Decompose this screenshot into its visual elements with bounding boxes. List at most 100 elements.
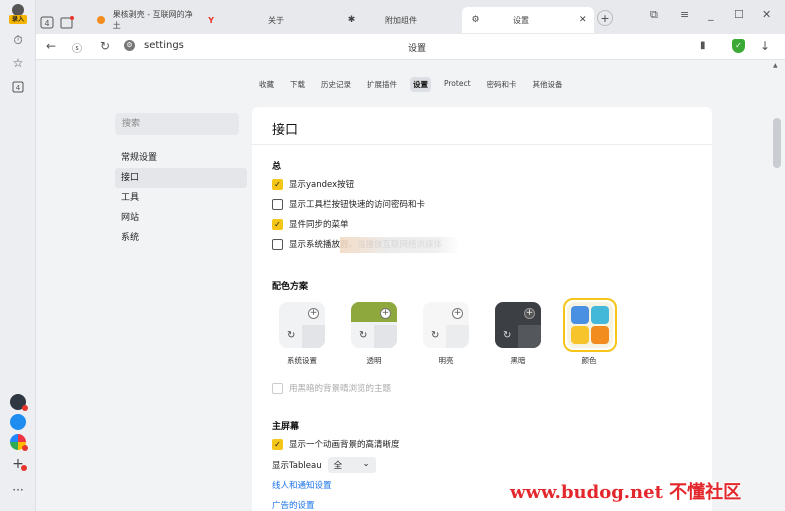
app-color-icon[interactable] xyxy=(10,434,28,451)
nav-downloads[interactable]: 下载 xyxy=(287,77,308,92)
general-section-title: 总 xyxy=(272,162,282,172)
tableau-row: 显示Tableau 全 ⌄ xyxy=(272,457,376,473)
theme-label: 颜色 xyxy=(581,356,597,365)
theme-color[interactable]: 颜色 xyxy=(563,298,617,366)
theme-preview: + ↻ xyxy=(279,302,325,348)
option-label: 显示工具栏按钮快速的访问密码和卡 xyxy=(289,200,426,210)
nav-settings[interactable]: 设置 xyxy=(410,77,431,92)
user-avatar[interactable]: 录入 xyxy=(8,4,28,26)
gear-icon: ⚙ xyxy=(471,15,480,25)
theme-dark[interactable]: + ↻ 黑暗 xyxy=(492,302,544,366)
puzzle-icon: ✱ xyxy=(347,15,356,25)
checkbox-disabled[interactable] xyxy=(272,382,283,394)
checkbox-unchecked[interactable] xyxy=(272,238,283,250)
reload-icon[interactable]: ↻ xyxy=(100,39,110,53)
add-app-icon[interactable]: + xyxy=(9,455,27,473)
page-scrollbar[interactable]: ▲ xyxy=(769,60,785,511)
collections-icon[interactable]: ⧉ xyxy=(650,8,658,22)
tab-3[interactable]: ⚙ 设置 ✕ xyxy=(462,7,594,33)
nav-other-devices[interactable]: 其他设备 xyxy=(530,77,566,92)
refresh-icon: ↻ xyxy=(503,330,512,341)
side-item-general[interactable]: 常规设置 xyxy=(115,148,247,168)
option-animated-background[interactable]: ✓ 显示一个动画背景的高清晰度 xyxy=(272,438,400,450)
option-show-yandex-button[interactable]: ✓ 显示yandex按钮 xyxy=(272,178,354,190)
checkbox-checked[interactable]: ✓ xyxy=(272,178,283,190)
tab-0[interactable]: 果核剥壳 - 互联网的净土 Y xyxy=(96,7,214,33)
option-dark-background[interactable]: 用黑暗的背景晴浏览的主题 xyxy=(272,382,391,394)
tab-label: 关于 xyxy=(268,15,284,25)
ads-settings-link[interactable]: 广告的设置 xyxy=(272,499,315,511)
scrollbar-thumb[interactable] xyxy=(773,118,781,168)
scroll-up-icon[interactable]: ▲ xyxy=(773,62,778,69)
theme-label: 黑暗 xyxy=(510,356,526,365)
option-label: 显示一个动画背景的高清晰度 xyxy=(289,440,400,450)
nav-passwords[interactable]: 密码和卡 xyxy=(484,77,520,92)
nav-extensions[interactable]: 扩展插件 xyxy=(364,77,400,92)
nav-history[interactable]: 历史记录 xyxy=(318,77,354,92)
side-item-tools[interactable]: 工具 xyxy=(115,188,247,208)
theme-light[interactable]: + ↻ 明亮 xyxy=(420,302,472,366)
theme-preview: + ↻ xyxy=(495,302,541,348)
tableau-select[interactable]: 全 ⌄ xyxy=(327,457,376,473)
bookmarks-star-icon[interactable]: ☆ xyxy=(9,54,27,72)
more-icon[interactable]: ··· xyxy=(9,481,27,499)
tab-label: 设置 xyxy=(513,15,529,25)
download-icon[interactable]: ↓ xyxy=(760,39,770,53)
close-tab-icon[interactable]: ✕ xyxy=(579,15,587,25)
refresh-icon: ↻ xyxy=(287,330,296,341)
theme-label: 系统设置 xyxy=(287,356,317,365)
option-toolbar-passwords[interactable]: 显示工具栏按钮快速的访问密码和卡 xyxy=(272,198,425,210)
reader-icon[interactable]: 4 xyxy=(9,78,27,96)
yandex-y-icon: Y xyxy=(208,15,214,25)
tab-count-icon[interactable]: 4 xyxy=(40,9,54,35)
page-title: 设置 xyxy=(408,44,427,54)
nav-protect[interactable]: Protect xyxy=(441,77,474,92)
settings-site-icon: ⚙ xyxy=(124,40,135,51)
settings-search-input[interactable]: 搜索 xyxy=(115,113,239,135)
plus-icon: + xyxy=(452,308,463,319)
yandex-home-icon[interactable]: ⓢ xyxy=(72,40,82,55)
refresh-icon: ↻ xyxy=(431,330,440,341)
option-label: 显示yandex按钮 xyxy=(289,180,355,190)
tableau-label: 显示Tableau xyxy=(272,461,322,471)
tab-2[interactable]: ✱ 附加组件 xyxy=(346,7,456,33)
new-tab-page-icon[interactable] xyxy=(60,9,74,35)
option-label: 用黑暗的背景晴浏览的主题 xyxy=(289,384,392,394)
protect-shield-icon[interactable]: ✓ xyxy=(732,39,745,53)
settings-content: 收藏 下载 历史记录 扩展插件 设置 Protect 密码和卡 其他设备 搜索 … xyxy=(36,60,769,511)
side-item-interface[interactable]: 接口 xyxy=(115,168,247,188)
tab-1[interactable]: 关于 xyxy=(268,7,284,33)
theme-label: 明亮 xyxy=(438,356,454,365)
option-sync-menu[interactable]: ✓ 显件同步的菜单 xyxy=(272,218,349,230)
minimize-icon[interactable]: _ xyxy=(708,8,714,21)
theme-section-title: 配色方案 xyxy=(272,282,309,292)
back-icon[interactable]: ← xyxy=(46,39,56,53)
settings-side-menu: 常规设置 接口 工具 网站 系统 xyxy=(115,148,247,248)
theme-transparent[interactable]: + ↻ 透明 xyxy=(348,302,400,366)
nut-icon xyxy=(96,15,107,26)
notifications-settings-link[interactable]: 线人和通知设置 xyxy=(272,479,332,491)
side-item-sites[interactable]: 网站 xyxy=(115,208,247,228)
checkbox-checked[interactable]: ✓ xyxy=(272,218,283,230)
bookmark-icon[interactable]: ▮ xyxy=(700,40,706,51)
blurred-overlay xyxy=(340,237,460,253)
menu-icon[interactable]: ≡ xyxy=(680,8,689,21)
history-icon[interactable]: ⏱ xyxy=(9,31,27,49)
side-item-system[interactable]: 系统 xyxy=(115,228,247,248)
app-ai-icon[interactable] xyxy=(10,394,28,411)
app-browser-icon[interactable] xyxy=(10,414,26,430)
plus-icon: + xyxy=(308,308,319,319)
theme-system[interactable]: + ↻ 系统设置 xyxy=(276,302,328,366)
new-tab-button[interactable]: + xyxy=(597,10,613,26)
site-watermark: www.budog.net 不懂社区 xyxy=(510,482,742,503)
checkbox-unchecked[interactable] xyxy=(272,198,283,210)
plus-icon: + xyxy=(524,308,535,319)
home-section-title: 主屏幕 xyxy=(272,422,300,432)
maximize-icon[interactable]: ☐ xyxy=(734,8,744,21)
checkbox-checked[interactable]: ✓ xyxy=(272,438,283,450)
close-window-icon[interactable]: ✕ xyxy=(762,8,771,21)
url-text[interactable]: settings xyxy=(144,40,184,51)
login-badge: 录入 xyxy=(9,15,27,24)
nav-bookmarks[interactable]: 收藏 xyxy=(256,77,277,92)
address-bar: ← ⓢ ↻ ⚙ settings 设置 ▮ ✓ ↓ xyxy=(36,34,785,60)
